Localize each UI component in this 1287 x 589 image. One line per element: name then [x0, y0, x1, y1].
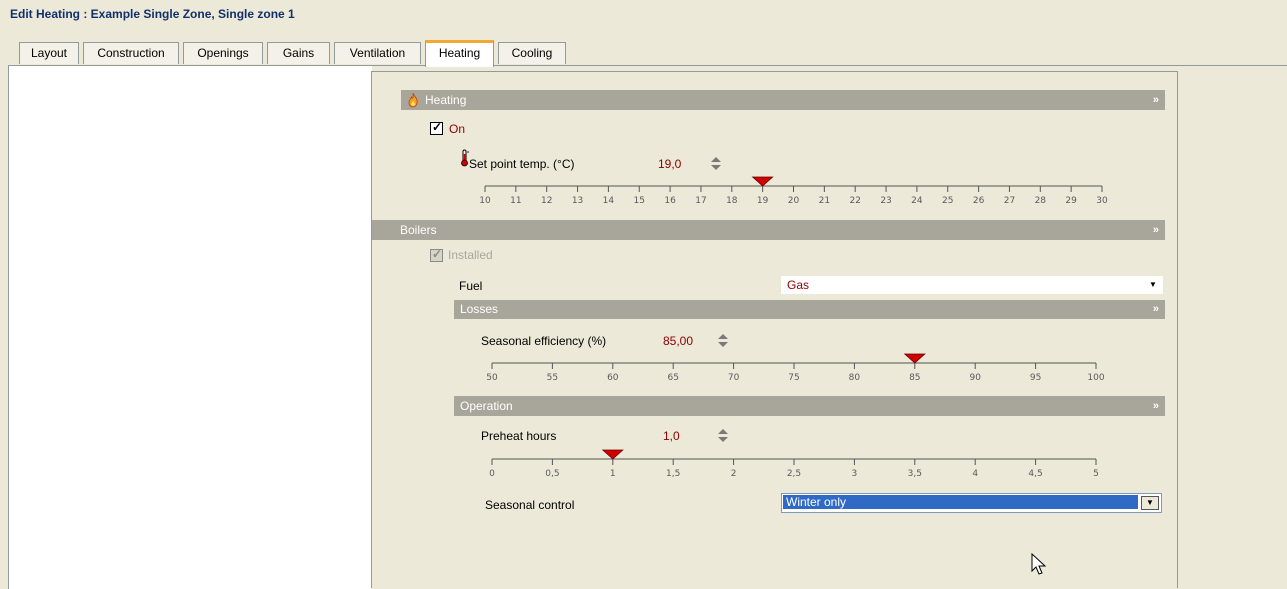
- preheat-slider-tick-label: 4,5: [1028, 469, 1042, 479]
- mouse-pointer-icon: [1031, 552, 1047, 580]
- setpoint-slider-tick-label: 13: [572, 196, 583, 206]
- flame-icon: [407, 92, 419, 114]
- setpoint-slider-tick-label: 26: [973, 196, 985, 206]
- preheat-slider-tick-label: 3,5: [908, 469, 922, 479]
- double-chevron-down-icon[interactable]: »: [1153, 90, 1159, 110]
- setpoint-slider-tick-label: 19: [757, 196, 769, 206]
- preheat-slider-tick-label: 1,5: [666, 469, 680, 479]
- efficiency-slider-tick-label: 70: [728, 373, 740, 383]
- preheat-spinner[interactable]: [717, 428, 729, 444]
- efficiency-slider-thumb[interactable]: [903, 353, 926, 364]
- tab-page-border: [371, 65, 1287, 66]
- efficiency-slider-tick-label: 60: [607, 373, 619, 383]
- setpoint-slider-tick-label: 14: [603, 196, 615, 206]
- preheat-slider-tick-label: 0,5: [545, 469, 559, 479]
- seasonal-control-value: Winter only: [783, 495, 1138, 509]
- checkmark-icon: ✓: [432, 120, 443, 134]
- double-chevron-down-icon[interactable]: »: [1153, 396, 1159, 416]
- efficiency-slider-tick-label: 80: [849, 373, 861, 383]
- efficiency-value[interactable]: 85,00: [663, 334, 693, 348]
- setpoint-slider-tick-label: 24: [911, 196, 923, 206]
- preheat-slider-tick-label: 2: [731, 469, 737, 479]
- tab-layout[interactable]: Layout: [19, 42, 79, 64]
- window-title: Edit Heating : Example Single Zone, Sing…: [10, 7, 295, 21]
- preheat-slider-tick-label: 4: [972, 469, 978, 479]
- seasonal-control-label: Seasonal control: [485, 498, 575, 512]
- setpoint-slider[interactable]: 10 11 12 13 14 15 16 17 18 19 20 21 22 23 24 25 26 27 28 29…: [479, 176, 1108, 206]
- setpoint-slider-tick-label: 10: [479, 196, 491, 206]
- boiler-installed-label: Installed: [448, 248, 493, 262]
- setpoint-slider-tick-label: 20: [788, 196, 800, 206]
- setpoint-slider-tick-label: 15: [634, 196, 645, 206]
- boiler-installed-checkbox[interactable]: ✓: [430, 247, 443, 262]
- tab-heating[interactable]: Heating: [425, 40, 494, 67]
- boilers-section-title: Boilers: [400, 223, 437, 237]
- setpoint-spinner[interactable]: [710, 156, 722, 172]
- efficiency-slider-tick-label: 90: [969, 373, 981, 383]
- heating-section-title: Heating: [425, 93, 467, 107]
- left-pane: [8, 65, 372, 589]
- heating-on-label: On: [449, 122, 466, 136]
- double-chevron-down-icon[interactable]: »: [1153, 300, 1159, 319]
- fuel-value: Gas: [787, 278, 810, 292]
- double-chevron-down-icon[interactable]: »: [1153, 220, 1159, 240]
- efficiency-slider-tick-label: 75: [788, 373, 799, 383]
- efficiency-slider[interactable]: 50 55 60 65 70 75 80 85 90 95 100: [485, 353, 1105, 383]
- heating-on-checkbox[interactable]: ✓: [430, 120, 443, 135]
- preheat-slider-tick-label: 1: [610, 469, 616, 479]
- efficiency-slider-tick-label: 50: [486, 373, 498, 383]
- preheat-label: Preheat hours: [481, 429, 557, 443]
- tab-gains[interactable]: Gains: [267, 42, 330, 64]
- preheat-slider[interactable]: 0 0,5 1 1,5 2 2,5 3 3,5 4 4,5 5: [485, 449, 1105, 479]
- losses-section-header[interactable]: Losses »: [454, 300, 1165, 319]
- heating-section-header[interactable]: Heating »: [401, 90, 1165, 110]
- efficiency-slider-tick-label: 85: [909, 373, 920, 383]
- chevron-down-icon[interactable]: ▼: [1144, 278, 1161, 292]
- setpoint-value[interactable]: 19,0: [658, 157, 681, 171]
- tab-construction[interactable]: Construction: [83, 42, 179, 64]
- setpoint-slider-tick-label: 12: [541, 196, 552, 206]
- efficiency-label: Seasonal efficiency (%): [481, 334, 607, 348]
- efficiency-slider-tick-label: 65: [667, 373, 678, 383]
- chevron-down-icon[interactable]: ▼: [1141, 496, 1159, 510]
- tab-ventilation[interactable]: Ventilation: [334, 42, 421, 64]
- efficiency-slider-tick-label: 100: [1087, 373, 1104, 383]
- fuel-label: Fuel: [459, 279, 483, 293]
- setpoint-slider-tick-label: 11: [510, 196, 521, 206]
- tab-openings[interactable]: Openings: [183, 42, 263, 64]
- preheat-slider-tick-label: 0: [489, 469, 495, 479]
- setpoint-slider-tick-label: 25: [942, 196, 953, 206]
- efficiency-spinner[interactable]: [717, 333, 729, 349]
- setpoint-label: Set point temp. (°C): [469, 157, 575, 171]
- preheat-slider-tick-label: 2,5: [787, 469, 801, 479]
- setpoint-slider-tick-label: 29: [1065, 196, 1077, 206]
- efficiency-slider-tick-label: 95: [1030, 373, 1041, 383]
- tab-cooling[interactable]: Cooling: [498, 42, 566, 64]
- fuel-dropdown[interactable]: Gas ▼: [781, 276, 1163, 294]
- seasonal-control-dropdown[interactable]: Winter only ▼: [781, 493, 1162, 513]
- preheat-slider-tick-label: 5: [1093, 469, 1099, 479]
- setpoint-slider-tick-label: 30: [1096, 196, 1108, 206]
- preheat-slider-thumb[interactable]: [601, 449, 624, 460]
- losses-section-title: Losses: [460, 302, 499, 316]
- setpoint-slider-tick-label: 17: [695, 196, 706, 206]
- efficiency-slider-tick-label: 55: [547, 373, 558, 383]
- operation-section-header[interactable]: Operation »: [454, 396, 1165, 416]
- operation-section-title: Operation: [460, 399, 513, 413]
- preheat-value[interactable]: 1,0: [663, 429, 680, 443]
- setpoint-slider-tick-label: 16: [664, 196, 676, 206]
- setpoint-slider-tick-label: 23: [880, 196, 891, 206]
- preheat-slider-tick-label: 3: [852, 469, 858, 479]
- setpoint-slider-tick-label: 28: [1035, 196, 1047, 206]
- setpoint-slider-tick-label: 21: [819, 196, 830, 206]
- checkmark-icon: ✓: [432, 247, 443, 261]
- setpoint-slider-tick-label: 27: [1004, 196, 1015, 206]
- setpoint-slider-tick-label: 22: [849, 196, 860, 206]
- boilers-section-header[interactable]: Boilers »: [372, 220, 1165, 240]
- heating-panel: Heating » ✓ On Set point temp. (°C) 19,0…: [371, 71, 1178, 588]
- setpoint-slider-tick-label: 18: [726, 196, 738, 206]
- setpoint-slider-thumb[interactable]: [751, 176, 774, 187]
